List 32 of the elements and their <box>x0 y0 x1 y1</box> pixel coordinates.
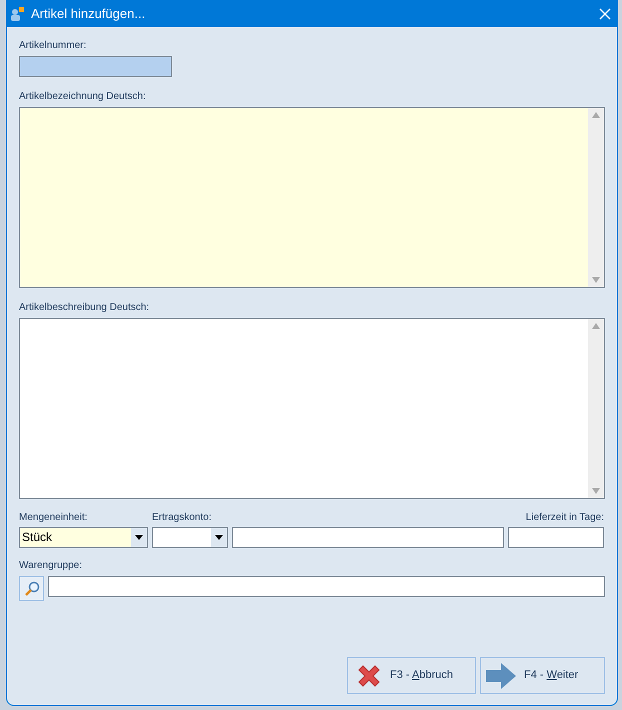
search-button[interactable] <box>19 576 44 601</box>
field-label: Artikelbezeichnung Deutsch: <box>19 90 147 103</box>
text-area[interactable] <box>19 107 605 288</box>
text-area[interactable] <box>19 318 605 499</box>
field-label: Lieferzeit in Tage: <box>526 512 604 523</box>
input-field[interactable] <box>48 576 605 597</box>
scroll-up-icon[interactable] <box>592 323 600 329</box>
input-field[interactable] <box>508 527 604 548</box>
field-label: Ertragskonto: <box>152 512 212 523</box>
input-field[interactable] <box>19 56 172 77</box>
field-label: Mengeneinheit: <box>19 512 88 523</box>
search-icon <box>24 580 40 596</box>
arrow-right-icon <box>486 662 516 688</box>
dropdown-arrow-icon <box>135 535 143 540</box>
next-button[interactable]: F4 - Weiter <box>480 657 605 694</box>
dropdown[interactable] <box>152 527 228 548</box>
scroll-up-icon[interactable] <box>592 112 600 118</box>
close-icon[interactable] <box>599 8 611 20</box>
scroll-down-icon[interactable] <box>592 488 600 494</box>
cancel-button[interactable]: F3 - Abbruch <box>347 657 476 694</box>
input-field[interactable] <box>232 527 504 548</box>
field-label: Artikelbeschreibung Deutsch: <box>19 301 150 314</box>
cross-icon <box>356 662 382 688</box>
field-label: Warengruppe: <box>19 559 83 572</box>
scroll-down-icon[interactable] <box>592 277 600 283</box>
dropdown[interactable]: Stück <box>19 527 148 548</box>
field-label: Artikelnummer: <box>19 39 88 52</box>
app-icon <box>9 6 25 22</box>
window-title: Artikel hinzufügen... <box>31 5 146 24</box>
scrollbar[interactable] <box>588 108 604 287</box>
dropdown-arrow-icon <box>215 535 223 540</box>
scrollbar[interactable] <box>588 319 604 498</box>
